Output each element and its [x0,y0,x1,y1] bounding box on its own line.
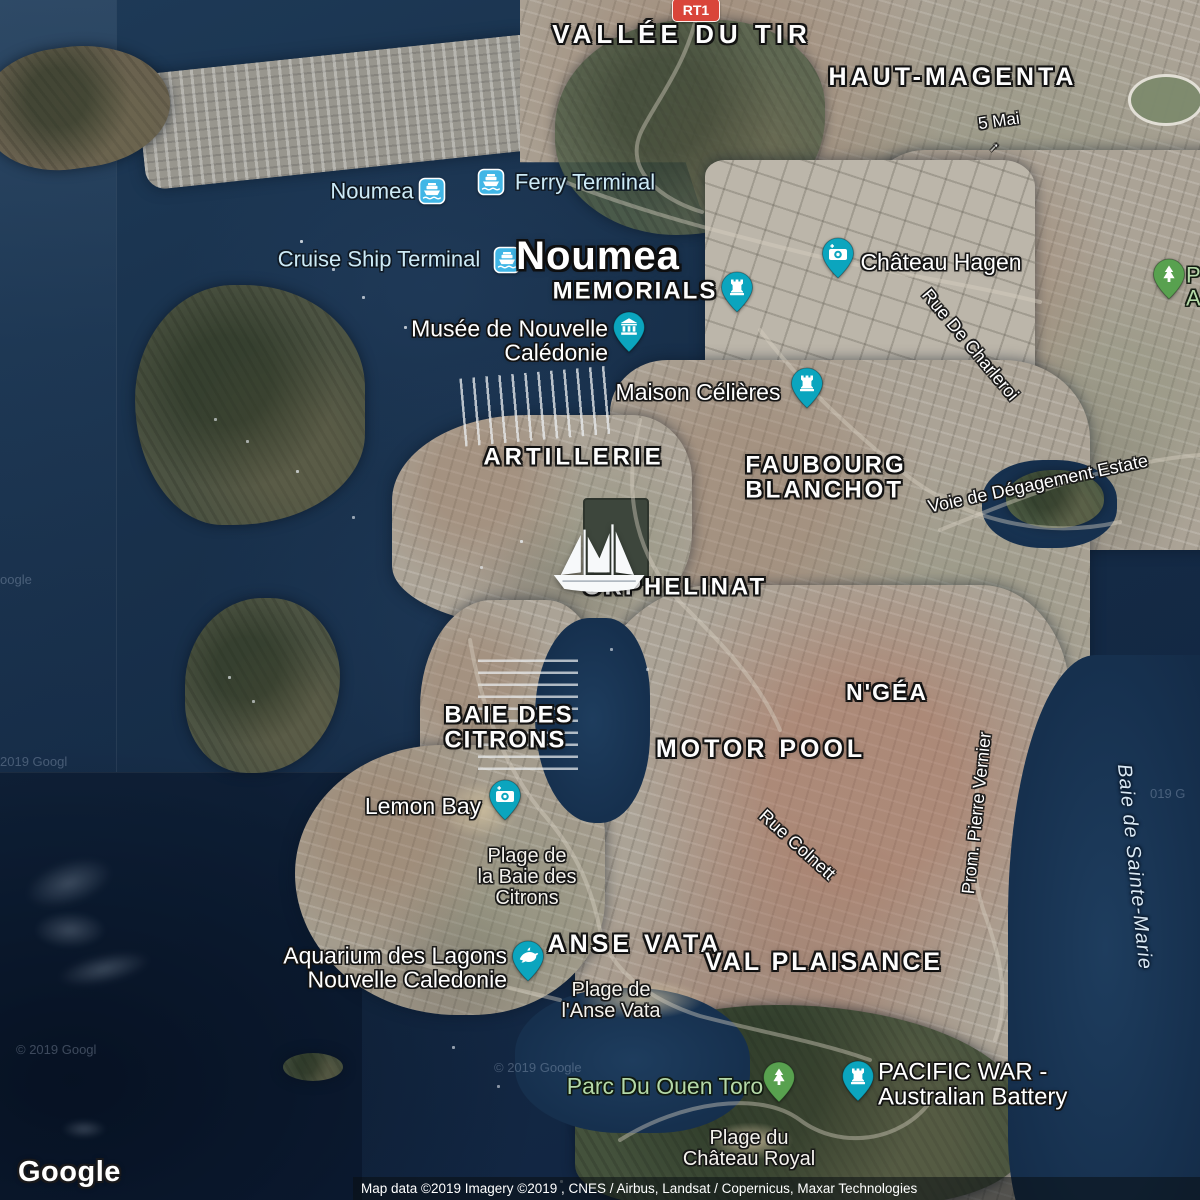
label-line: la Baie des [478,867,577,888]
label-line: Parc Du Ouen Toro [567,1074,763,1098]
rook-pin-icon[interactable] [791,367,824,409]
artillerie-label: ARTILLERIE [483,444,664,469]
label-line: Calédonie [411,341,608,365]
museum-pin-icon[interactable] [613,311,646,353]
maison-celieres-label[interactable]: Maison Célières [616,380,781,404]
label-line: Maison Célières [616,380,781,404]
plage-du-chateau-royal-label: Plage duChâteau Royal [683,1128,815,1170]
tree-pin-icon[interactable] [763,1061,796,1103]
label-line: HAUT-MAGENTA [829,64,1078,91]
camera-pin-icon[interactable] [489,779,522,821]
route-badge-rt1: RT1 [672,0,720,22]
label-line: Plage de [478,846,577,867]
imagery-watermark: © 2019 Googl [16,1042,96,1057]
noumea-wharf-label[interactable]: Noumea [330,179,413,202]
map-canvas[interactable]: oogle2019 Googl© 2019 Googl© 2019 Google… [0,0,1200,1200]
label-line: Château Hagen [860,250,1021,274]
label-line: Château Royal [683,1149,815,1170]
val-plaisance-label: VAL PLAISANCE [705,949,943,976]
memorials-label: MEMORIALS [553,278,718,303]
label-line: l'Anse Vata [561,1001,660,1022]
sailboat-icon [552,524,648,598]
ferry-icon[interactable] [419,178,446,205]
label-line: A [1186,287,1200,310]
label-line: FAUBOURG [745,453,906,478]
plage-de-lanse-vata-label: Plage del'Anse Vata [561,980,660,1022]
label-line: BAIE DES [444,703,573,728]
label-line: CITRONS [444,728,573,753]
label-line: PACIFIC WAR - [878,1060,1067,1085]
attribution-bar: Map data ©2019 Imagery ©2019 , CNES / Ai… [353,1177,1200,1200]
dolphin-pin-icon[interactable] [512,940,545,982]
label-line: Australian Battery [878,1085,1067,1110]
plage-de-la-baie-des-citrons-label: Plage dela Baie desCitrons [478,846,577,910]
label-line: N'GÉA [846,680,928,704]
label-line: Cruise Ship Terminal [278,247,481,270]
faubourg-blanchot-label: FAUBOURGBLANCHOT [745,453,906,504]
google-logo[interactable]: Google [18,1156,121,1189]
label-line: ARTILLERIE [483,444,664,469]
rook-pin-icon[interactable] [721,271,754,313]
ngea-label: N'GÉA [846,680,928,704]
haut-magenta-label: HAUT-MAGENTA [829,64,1078,91]
label-line: MOTOR POOL [656,736,866,763]
tree-pin-icon[interactable] [1153,258,1186,300]
label-line: Musée de Nouvelle [411,317,608,341]
anse-vata-label: ANSE VATA [548,931,723,958]
attribution-text: Map data ©2019 Imagery ©2019 , CNES / Ai… [361,1181,917,1196]
imagery-watermark: oogle [0,572,32,587]
aquarium-des-lagons-label[interactable]: Aquarium des LagonsNouvelle Caledonie [283,944,507,993]
pacific-war-australian-battery-label[interactable]: PACIFIC WAR -Australian Battery [878,1060,1067,1111]
label-line: VALLÉE DU TIR [552,21,812,49]
chateau-hagen-label[interactable]: Château Hagen [860,250,1021,274]
imagery-watermark: 019 G [1150,786,1185,801]
label-line: VAL PLAISANCE [705,949,943,976]
ferry-icon[interactable] [478,169,505,196]
label-line: Lemon Bay [365,794,481,818]
label-line: Plage de [561,980,660,1001]
baie-des-citrons-label: BAIE DESCITRONS [444,703,573,754]
ferry-terminal-label[interactable]: Ferry Terminal [515,170,655,193]
label-line: MEMORIALS [553,278,718,303]
route-badge-text: RT1 [683,2,709,18]
five-mai-label: 5 Mai→ [977,110,1023,149]
label-line: Nouvelle Caledonie [283,968,507,992]
label-line: P [1186,264,1200,287]
label-line: Noumea [330,179,413,202]
musee-nouvelle-caledonie-label[interactable]: Musée de NouvelleCalédonie [411,317,608,366]
cruise-ship-terminal-label[interactable]: Cruise Ship Terminal [278,247,481,270]
camera-pin-icon[interactable] [822,237,855,279]
lemon-bay-label[interactable]: Lemon Bay [365,794,481,818]
rook-pin-icon[interactable] [842,1060,875,1102]
label-line: Plage du [683,1128,815,1149]
parc-du-ouen-toro-label[interactable]: Parc Du Ouen Toro [567,1074,763,1098]
noumea-city-label: Noumea [516,235,680,277]
label-line: Aquarium des Lagons [283,944,507,968]
motor-pool-label: MOTOR POOL [656,736,866,763]
label-line: 5 Mai→ [977,110,1023,149]
label-line: BLANCHOT [745,478,906,503]
imagery-watermark: 2019 Googl [0,754,67,769]
label-line: Citrons [478,889,577,910]
label-line: ANSE VATA [548,931,723,958]
label-line: Ferry Terminal [515,170,655,193]
park-label-partial-label[interactable]: PA [1186,264,1200,311]
label-line: Noumea [516,235,680,277]
vallee-du-tir-label: VALLÉE DU TIR [552,21,812,49]
